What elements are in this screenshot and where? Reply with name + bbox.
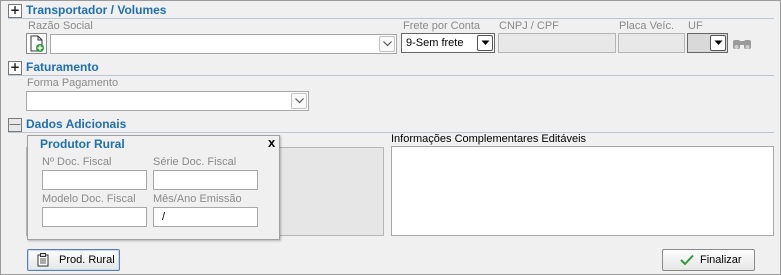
mes-ano-value: / xyxy=(162,211,166,223)
collapse-dados-adicionais-toggle[interactable]: — xyxy=(8,118,22,132)
forma-pagamento-combo[interactable] xyxy=(26,91,309,111)
frete-label: Frete por Conta xyxy=(403,20,481,32)
info-complementares-label: Informações Complementares Editáveis xyxy=(391,133,587,145)
section-divider xyxy=(8,18,774,19)
forma-pagamento-label: Forma Pagamento xyxy=(27,77,119,89)
new-document-icon[interactable] xyxy=(26,33,47,54)
info-complementares-textarea[interactable] xyxy=(391,146,774,236)
produtor-rural-title: Produtor Rural xyxy=(40,137,125,151)
close-icon[interactable]: x xyxy=(268,135,275,150)
prod-rural-button[interactable]: Prod. Rural xyxy=(27,249,120,271)
razao-social-combo[interactable] xyxy=(50,34,397,54)
finalizar-button[interactable]: Finalizar xyxy=(662,249,755,271)
modelo-label: Modelo Doc. Fiscal xyxy=(42,193,136,205)
cnpj-input[interactable] xyxy=(498,33,616,53)
binoculars-icon[interactable] xyxy=(731,35,753,53)
check-icon xyxy=(680,254,694,269)
section-title-transportador: Transportador / Volumes xyxy=(26,3,167,17)
section-title-faturamento: Faturamento xyxy=(26,60,99,74)
cnpj-label: CNPJ / CPF xyxy=(499,20,559,32)
frete-value: 9-Sem frete xyxy=(406,37,464,49)
num-doc-label: Nº Doc. Fiscal xyxy=(42,156,112,168)
num-doc-input[interactable] xyxy=(42,170,147,190)
serie-input[interactable] xyxy=(153,170,258,190)
produtor-rural-popup: Produtor Rural x Nº Doc. Fiscal Série Do… xyxy=(27,135,280,240)
mes-ano-label: Mês/Ano Emissão xyxy=(153,193,242,205)
dropdown-arrow-icon[interactable] xyxy=(477,35,493,51)
dropdown-arrow-icon[interactable] xyxy=(710,35,726,51)
expand-transportador-toggle[interactable]: + xyxy=(8,4,22,18)
section-divider xyxy=(8,75,774,76)
chevron-down-icon[interactable] xyxy=(291,93,307,109)
placa-input[interactable] xyxy=(618,33,685,53)
serie-label: Série Doc. Fiscal xyxy=(153,156,237,168)
placa-label: Placa Veíc. xyxy=(619,20,675,32)
uf-label: UF xyxy=(688,20,703,32)
expand-faturamento-toggle[interactable]: + xyxy=(8,61,22,75)
finalizar-label: Finalizar xyxy=(700,254,742,266)
mes-ano-input[interactable]: / xyxy=(153,207,258,227)
razao-social-label: Razão Social xyxy=(28,20,93,32)
modelo-input[interactable] xyxy=(42,207,147,227)
chevron-down-icon[interactable] xyxy=(379,36,395,52)
frete-select[interactable]: 9-Sem frete xyxy=(401,33,495,53)
clipboard-icon xyxy=(37,253,49,270)
prod-rural-label: Prod. Rural xyxy=(59,254,115,266)
uf-select[interactable] xyxy=(687,33,728,53)
section-title-dados-adicionais: Dados Adicionais xyxy=(26,117,127,131)
